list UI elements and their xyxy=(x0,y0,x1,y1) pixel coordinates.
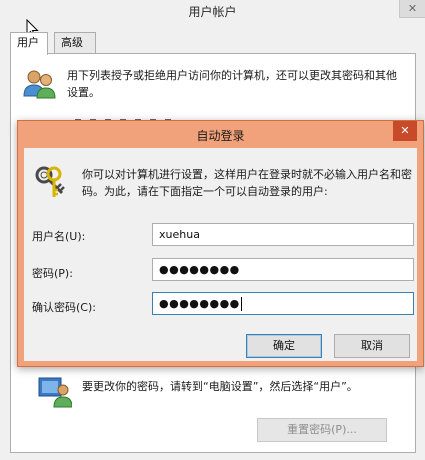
auto-logon-description: 你可以对计算机进行设置，这样用户在登录时就不必输入用户名和密码。为此，请在下面指… xyxy=(82,168,412,198)
confirm-password-input[interactable]: ●●●●●●●● xyxy=(152,292,414,315)
user-accounts-title: 用户帐户 xyxy=(188,5,237,19)
ok-button[interactable]: 确定 xyxy=(246,334,322,358)
pc-settings-user-icon xyxy=(38,377,72,408)
auto-logon-dialog: 自动登录 ✕ 你可以对计算机进行设置，这样用户在登录时就不必输入用户名和密码。为… xyxy=(17,120,424,367)
confirm-password-value: ●●●●●●●● xyxy=(159,297,240,310)
keys-icon xyxy=(35,166,65,197)
auto-logon-title: 自动登录 xyxy=(196,129,245,143)
user-accounts-close-button[interactable]: ✕ xyxy=(399,0,425,18)
tab-users[interactable]: 用户 xyxy=(10,32,48,55)
auto-logon-titlebar: 自动登录 ✕ xyxy=(18,121,423,148)
change-password-text: 要更改你的密码，请转到“电脑设置”，然后选择“用户”。 xyxy=(82,380,358,393)
password-label: 密码(P): xyxy=(32,267,73,280)
users-icon xyxy=(23,70,56,99)
tab-advanced[interactable]: 高级 xyxy=(54,32,96,54)
username-input[interactable]: xuehua xyxy=(152,223,414,246)
password-input[interactable]: ●●●●●●●● xyxy=(152,258,414,281)
text-caret xyxy=(240,297,242,311)
auto-logon-close-button[interactable]: ✕ xyxy=(393,121,417,141)
user-accounts-titlebar: 用户帐户 ✕ xyxy=(0,0,425,28)
username-label: 用户名(U): xyxy=(32,230,86,243)
users-info-text: 用下列表授予或拒绝用户访问你的计算机，还可以更改其密码和其他设置。 xyxy=(67,69,397,99)
cancel-button[interactable]: 取消 xyxy=(334,334,410,358)
auto-logon-client: 你可以对计算机进行设置，这样用户在登录时就不必输入用户名和密码。为此，请在下面指… xyxy=(24,148,417,361)
reset-password-button[interactable]: 重置密码(P)... xyxy=(257,418,387,442)
confirm-password-label: 确认密码(C): xyxy=(32,301,96,314)
screen: 用户帐户 ✕ 用户 高级 用下列表授予或拒绝用户访问你的计算机，还可以更改其密码… xyxy=(0,0,425,460)
